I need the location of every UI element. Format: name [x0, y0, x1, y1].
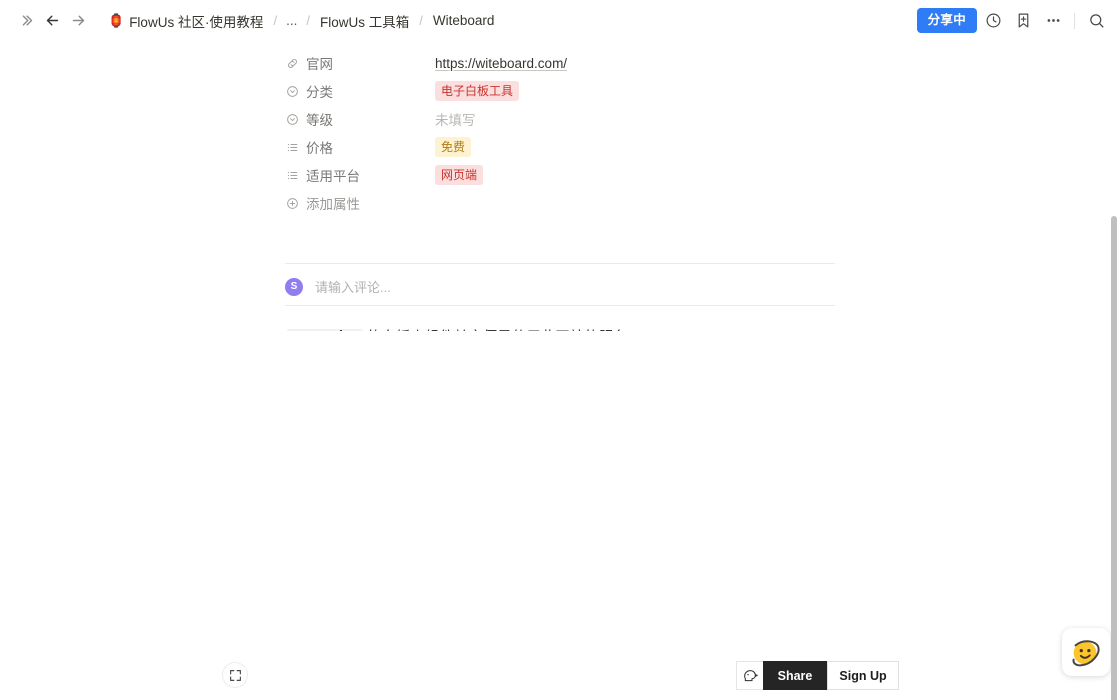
whiteboard-share-button[interactable]: Share — [763, 661, 827, 690]
property-label-platform: 适用平台 — [306, 169, 360, 184]
link-icon — [285, 56, 299, 70]
top-bar: 🏮 FlowUs 社区·使用教程 / ... / FlowUs 工具箱 / Wi… — [0, 0, 1120, 41]
comment-divider-top — [285, 263, 835, 264]
property-label-category: 分类 — [306, 85, 333, 100]
share-status-button[interactable]: 分享中 — [916, 7, 977, 34]
fullscreen-icon[interactable] — [222, 662, 248, 688]
breadcrumb-emoji-icon: 🏮 — [108, 13, 125, 28]
add-property-button[interactable]: 添加属性 — [285, 193, 435, 213]
app-root: 🏮 FlowUs 社区·使用教程 / ... / FlowUs 工具箱 / Wi… — [0, 0, 1120, 700]
breadcrumb: 🏮 FlowUs 社区·使用教程 / ... / FlowUs 工具箱 / Wi… — [103, 9, 499, 33]
property-list: 官网 https://witeboard.com/ 分类 电子白板工具 等级 未… — [285, 49, 845, 217]
property-key-website: 官网 — [285, 53, 435, 73]
property-key-level: 等级 — [285, 109, 435, 129]
bookmark-add-icon[interactable] — [1009, 7, 1037, 35]
property-row-category[interactable]: 分类 电子白板工具 — [285, 77, 845, 105]
select-icon — [285, 112, 299, 126]
property-key-category: 分类 — [285, 81, 435, 101]
property-label-website: 官网 — [306, 57, 333, 72]
tag-price[interactable]: 免费 — [435, 136, 472, 158]
breadcrumb-separator-1: / — [273, 13, 278, 28]
property-value-platform[interactable]: 网页端 — [435, 164, 484, 186]
toolbar-divider — [1074, 12, 1075, 29]
property-row-price[interactable]: 价格 免费 — [285, 133, 845, 161]
search-icon[interactable] — [1082, 7, 1110, 35]
add-property-label: 添加属性 — [306, 197, 360, 212]
multiselect-icon — [285, 140, 299, 154]
breadcrumb-label-root: FlowUs 社区·使用教程 — [129, 14, 264, 30]
back-arrow-icon[interactable] — [39, 8, 65, 34]
whiteboard-drawing-canvas[interactable] — [0, 621, 1100, 700]
more-horizontal-icon[interactable] — [1039, 7, 1067, 35]
page-content: 官网 https://witeboard.com/ 分类 电子白板工具 等级 未… — [0, 41, 1120, 700]
level-empty-placeholder: 未填写 — [435, 113, 476, 128]
expand-sidebar-icon[interactable] — [13, 8, 39, 34]
website-link[interactable]: https://witeboard.com/ — [435, 56, 567, 71]
breadcrumb-item-collapsed[interactable]: ... — [282, 11, 301, 30]
whiteboard-signup-button[interactable]: Sign Up — [827, 661, 899, 690]
multiselect-icon — [285, 168, 299, 182]
clock-icon[interactable] — [979, 7, 1007, 35]
property-row-website[interactable]: 官网 https://witeboard.com/ — [285, 49, 845, 77]
page-scrollbar[interactable] — [1111, 216, 1117, 700]
property-row-level[interactable]: 等级 未填写 — [285, 105, 845, 133]
property-key-platform: 适用平台 — [285, 165, 435, 185]
witeboard-bird-logo-icon[interactable] — [736, 661, 763, 690]
witeboard-embed[interactable]: Share Sign Up 可嵌入式的白板工具 — [0, 331, 1100, 700]
forward-arrow-icon[interactable] — [65, 8, 91, 34]
top-bar-right: 分享中 — [916, 0, 1110, 41]
top-bar-left: 🏮 FlowUs 社区·使用教程 / ... / FlowUs 工具箱 / Wi… — [0, 8, 499, 34]
avatar: S — [285, 277, 303, 296]
property-value-level[interactable]: 未填写 — [435, 109, 476, 129]
comment-input[interactable]: 请输入评论... — [315, 277, 391, 296]
tag-category[interactable]: 电子白板工具 — [435, 80, 520, 102]
feedback-widget-button[interactable] — [1062, 628, 1110, 676]
plus-circle-icon — [285, 196, 299, 210]
property-value-website[interactable]: https://witeboard.com/ — [435, 56, 567, 71]
comment-input-row[interactable]: S 请输入评论... — [285, 272, 835, 301]
smiley-face-icon — [1072, 640, 1100, 667]
tag-platform[interactable]: 网页端 — [435, 164, 484, 186]
whiteboard-header-controls: Share Sign Up — [736, 661, 899, 690]
property-value-price[interactable]: 免费 — [435, 136, 472, 158]
property-row-platform[interactable]: 适用平台 网页端 — [285, 161, 845, 189]
breadcrumb-item-toolbox[interactable]: FlowUs 工具箱 — [315, 9, 414, 33]
property-label-price: 价格 — [306, 141, 333, 156]
property-key-price: 价格 — [285, 137, 435, 157]
breadcrumb-separator-2: / — [306, 13, 310, 28]
breadcrumb-item-current[interactable]: Witeboard — [428, 11, 500, 30]
comment-divider-bottom — [285, 305, 835, 306]
breadcrumb-separator-3: / — [419, 13, 423, 28]
property-label-level: 等级 — [306, 113, 333, 128]
add-property-row[interactable]: 添加属性 — [285, 189, 845, 217]
property-value-category[interactable]: 电子白板工具 — [435, 80, 520, 102]
select-icon — [285, 84, 299, 98]
breadcrumb-item-root[interactable]: 🏮 FlowUs 社区·使用教程 — [103, 9, 268, 33]
